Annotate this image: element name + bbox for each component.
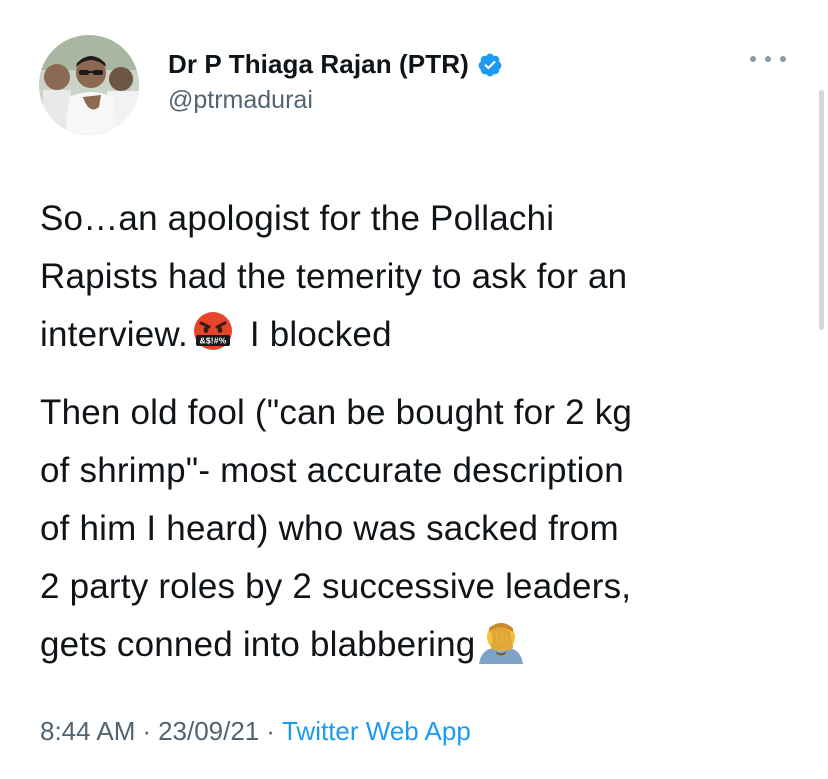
more-dot	[780, 56, 786, 62]
tweet-time[interactable]: 8:44 AM	[40, 716, 135, 747]
tweet-line: interview. &$!#% I blocked	[40, 306, 800, 370]
tweet-date[interactable]: 23/09/21	[158, 716, 259, 747]
meta-separator: ·	[266, 716, 275, 746]
scrollbar[interactable]	[819, 90, 824, 330]
tweet-line-text: I blocked	[249, 315, 392, 354]
tweet-line-text: interview.	[40, 315, 188, 354]
tweet-line: So…an apologist for the Pollachi	[40, 199, 555, 238]
verified-badge-icon	[477, 52, 503, 78]
tweet-text: So…an apologist for the Pollachi Rapists…	[40, 190, 800, 682]
tweet-line: gets conned into blabbering	[40, 616, 800, 682]
author-name-row: Dr P Thiaga Rajan (PTR)	[168, 44, 503, 84]
author-display-name[interactable]: Dr P Thiaga Rajan (PTR)	[168, 49, 469, 80]
meta-separator: ·	[142, 716, 152, 746]
author-handle[interactable]: @ptrmadurai	[168, 86, 313, 115]
tweet-line: of shrimp"- most accurate description	[40, 451, 624, 490]
tweet-line: Rapists had the temerity to ask for an	[40, 257, 628, 296]
tweet-line: of him I heard) who was sacked from	[40, 509, 619, 548]
more-dot	[765, 56, 771, 62]
tweet-source-link[interactable]: Twitter Web App	[282, 716, 471, 747]
tweet-meta: 8:44 AM · 23/09/21 · Twitter Web App	[40, 716, 471, 747]
tweet-paragraph-1: So…an apologist for the Pollachi Rapists…	[40, 190, 800, 370]
more-options-icon[interactable]	[750, 52, 786, 66]
avatar[interactable]	[39, 35, 139, 135]
profile-photo	[39, 35, 139, 135]
tweet-line-text: gets conned into blabbering	[40, 625, 476, 664]
emoji-symbols: &$!#%	[199, 336, 226, 346]
tweet-card: Dr P Thiaga Rajan (PTR) @ptrmadurai So…a…	[0, 0, 828, 779]
cursing-face-emoji: &$!#%	[192, 310, 234, 370]
facepalm-emoji	[477, 620, 525, 682]
tweet-line: Then old fool ("can be bought for 2 kg	[40, 393, 633, 432]
tweet-paragraph-2: Then old fool ("can be bought for 2 kg o…	[40, 384, 800, 682]
tweet-line: 2 party roles by 2 successive leaders,	[40, 567, 632, 606]
more-dot	[750, 56, 756, 62]
